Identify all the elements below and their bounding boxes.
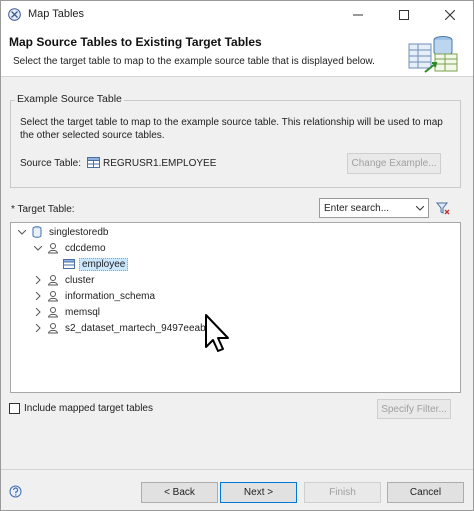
next-button[interactable]: Next > (220, 482, 297, 503)
table-icon (87, 157, 100, 168)
tree-node-employee[interactable]: employee (63, 256, 129, 272)
page-subtitle: Select the target table to map to the ex… (13, 56, 375, 67)
example-source-group (10, 100, 461, 188)
map-tables-window: Map Tables Map Source Tables to Existing… (0, 0, 474, 511)
example-source-legend: Example Source Table (15, 93, 124, 105)
chevron-right-icon[interactable] (33, 275, 43, 285)
example-source-description: Select the target table to map to the ex… (20, 117, 443, 141)
target-table-label: * Target Table: (11, 204, 75, 215)
tree-node-cluster[interactable]: cluster (33, 272, 96, 288)
table-icon (63, 258, 75, 270)
tree-node-cdcdemo[interactable]: cdcdemo (33, 240, 108, 256)
close-icon (445, 9, 455, 20)
target-table-tree[interactable]: singlestoredb cdcdemo employee cluster i… (10, 222, 461, 393)
chevron-right-icon[interactable] (33, 323, 43, 333)
schema-user-icon (47, 290, 59, 302)
tree-node-information-schema[interactable]: information_schema (33, 288, 157, 304)
footer-divider (1, 469, 473, 470)
minimize-button[interactable] (335, 1, 381, 28)
window-title: Map Tables (28, 8, 85, 20)
clear-filter-icon[interactable] (435, 200, 451, 216)
source-table-label: Source Table: (20, 158, 81, 169)
close-button[interactable] (427, 1, 473, 28)
tree-node-label: information_schema (65, 290, 156, 302)
minimize-icon (353, 14, 363, 15)
specify-filter-button[interactable]: Specify Filter... (377, 399, 451, 419)
finish-button[interactable]: Finish (304, 482, 381, 503)
page-title: Map Source Tables to Existing Target Tab… (9, 35, 262, 49)
tree-node-label: singlestoredb (49, 226, 109, 238)
map-tables-banner-icon (408, 36, 458, 73)
schema-user-icon (47, 242, 59, 254)
help-icon[interactable] (9, 485, 22, 498)
maximize-button[interactable] (381, 1, 427, 28)
tree-node-memsql[interactable]: memsql (33, 304, 102, 320)
include-mapped-checkbox[interactable]: Include mapped target tables (9, 403, 153, 414)
checkbox-box[interactable] (9, 403, 20, 414)
chevron-down-icon[interactable] (33, 243, 43, 253)
tree-node-label: cluster (65, 274, 95, 286)
change-example-button[interactable]: Change Example... (347, 153, 441, 174)
database-icon (31, 226, 43, 238)
tree-node-label: employee (79, 257, 129, 271)
chevron-down-icon[interactable] (17, 227, 27, 237)
schema-user-icon (47, 306, 59, 318)
tree-node-singlestoredb[interactable]: singlestoredb (17, 224, 110, 240)
chevron-right-icon[interactable] (33, 307, 43, 317)
chevron-right-icon[interactable] (33, 291, 43, 301)
back-button[interactable]: < Back (141, 482, 218, 503)
tree-node-s2-dataset-martech[interactable]: s2_dataset_martech_9497eeab (33, 320, 208, 336)
app-icon (8, 8, 21, 21)
search-input[interactable]: Enter search... (324, 203, 389, 214)
source-table-value: REGRUSR1.EMPLOYEE (103, 158, 217, 169)
wizard-header: Map Source Tables to Existing Target Tab… (1, 28, 473, 77)
schema-user-icon (47, 322, 59, 334)
target-search-combo[interactable]: Enter search... (319, 198, 429, 218)
maximize-icon (399, 9, 409, 20)
cancel-button[interactable]: Cancel (387, 482, 464, 503)
mouse-pointer-icon (205, 314, 229, 352)
include-mapped-label: Include mapped target tables (24, 403, 153, 414)
tree-node-label: s2_dataset_martech_9497eeab (65, 322, 206, 334)
title-bar: Map Tables (1, 1, 473, 28)
tree-node-label: cdcdemo (65, 242, 106, 254)
schema-user-icon (47, 274, 59, 286)
tree-node-label: memsql (65, 306, 101, 318)
chevron-down-icon[interactable] (412, 199, 428, 217)
